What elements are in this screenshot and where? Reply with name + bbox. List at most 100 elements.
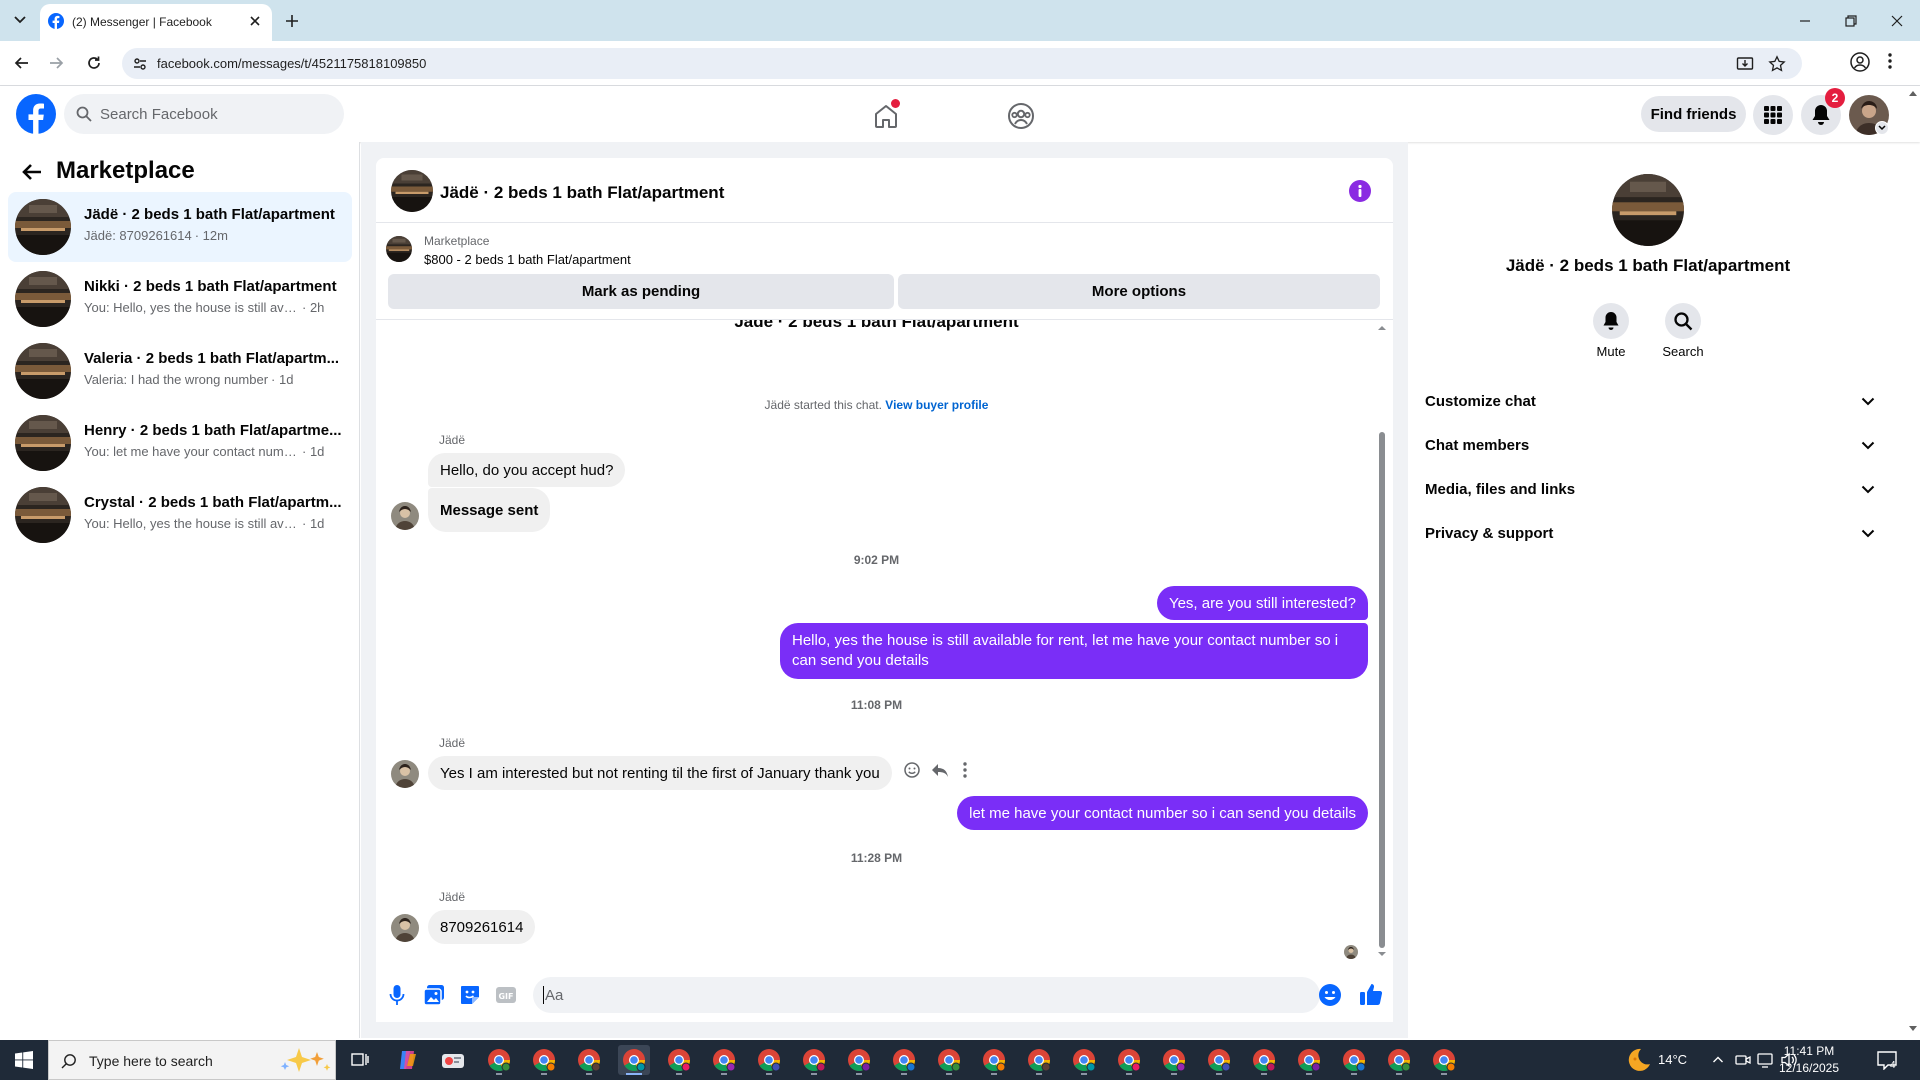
- conversation-item[interactable]: Jädë · 2 beds 1 bath Flat/apartment Jädë:…: [8, 192, 352, 262]
- network-icon[interactable]: [1757, 1052, 1775, 1068]
- chrome-profile-icon[interactable]: [1338, 1045, 1370, 1075]
- task-view-icon[interactable]: [344, 1045, 376, 1075]
- forward-button[interactable]: [44, 51, 68, 75]
- tab-search-button[interactable]: [8, 8, 32, 32]
- privacy-support-section[interactable]: Privacy & support: [1425, 511, 1875, 555]
- chrome-profile-icon[interactable]: [708, 1045, 740, 1075]
- facebook-logo-icon[interactable]: [16, 94, 56, 134]
- conversation-item[interactable]: Crystal · 2 beds 1 bath Flat/apartm... Yo…: [8, 480, 352, 550]
- chrome-profile-icon[interactable]: [1068, 1045, 1100, 1075]
- listing-thumbnail[interactable]: [386, 236, 412, 262]
- page-scroll-up-icon[interactable]: [1908, 90, 1918, 98]
- chrome-profile-icon[interactable]: [933, 1045, 965, 1075]
- chrome-profile-icon[interactable]: [843, 1045, 875, 1075]
- gif-button[interactable]: GIF: [494, 983, 518, 1007]
- incoming-message[interactable]: Message sent: [428, 488, 551, 532]
- chrome-profile-icon[interactable]: [618, 1045, 650, 1075]
- back-button[interactable]: [10, 51, 34, 75]
- chrome-profile-icon[interactable]: [1113, 1045, 1145, 1075]
- react-emoji-icon[interactable]: [903, 761, 921, 779]
- incoming-message[interactable]: Hello, do you accept hud?: [428, 453, 626, 487]
- menu-grid-button[interactable]: [1753, 95, 1793, 135]
- chat-members-section[interactable]: Chat members: [1425, 423, 1875, 467]
- outgoing-message[interactable]: let me have your contact number so i can…: [957, 796, 1368, 830]
- browser-profile-icon[interactable]: [1849, 51, 1871, 73]
- address-bar[interactable]: facebook.com/messages/t/4521175818109850: [122, 48, 1802, 79]
- search-in-conversation-button[interactable]: [1665, 303, 1701, 339]
- bookmark-star-icon[interactable]: [1768, 55, 1786, 73]
- thread-scrollbar-thumb[interactable]: [1379, 432, 1385, 948]
- chat-listing-avatar[interactable]: [391, 170, 433, 212]
- voice-clip-button[interactable]: [385, 983, 409, 1007]
- app-icon[interactable]: [437, 1045, 469, 1075]
- chrome-profile-icon[interactable]: [573, 1045, 605, 1075]
- media-files-links-section[interactable]: Media, files and links: [1425, 467, 1875, 511]
- profile-menu-chevron-icon[interactable]: [1875, 121, 1889, 135]
- facebook-search-input[interactable]: Search Facebook: [64, 94, 344, 134]
- attach-photo-button[interactable]: [422, 983, 446, 1007]
- chrome-profile-icon[interactable]: [1428, 1045, 1460, 1075]
- chrome-profile-icon[interactable]: [1383, 1045, 1415, 1075]
- more-options-button[interactable]: More options: [898, 274, 1380, 309]
- view-buyer-profile-link[interactable]: View buyer profile: [885, 398, 988, 412]
- emoji-picker-button[interactable]: [1318, 983, 1342, 1007]
- mute-button[interactable]: [1593, 303, 1629, 339]
- conversation-item[interactable]: Henry · 2 beds 1 bath Flat/apartme... You…: [8, 408, 352, 478]
- chat-title[interactable]: Jädë · 2 beds 1 bath Flat/apartment: [440, 183, 724, 203]
- taskbar-search-box[interactable]: Type here to search: [48, 1040, 336, 1080]
- chrome-profile-icon[interactable]: [978, 1045, 1010, 1075]
- install-app-icon[interactable]: [1736, 55, 1754, 73]
- chrome-profile-icon[interactable]: [753, 1045, 785, 1075]
- page-scroll-down-icon[interactable]: [1908, 1024, 1918, 1032]
- customize-chat-section[interactable]: Customize chat: [1425, 379, 1875, 423]
- chrome-profile-icon[interactable]: [1248, 1045, 1280, 1075]
- incoming-message[interactable]: 8709261614: [428, 910, 536, 944]
- notification-center-button[interactable]: 4: [1876, 1050, 1898, 1071]
- chrome-profile-icon[interactable]: [1158, 1045, 1190, 1075]
- message-input[interactable]: Aa: [533, 977, 1320, 1013]
- chrome-profile-icon[interactable]: [528, 1045, 560, 1075]
- details-avatar[interactable]: [1612, 174, 1684, 246]
- restore-window-button[interactable]: [1828, 0, 1874, 41]
- meet-now-icon[interactable]: [1735, 1052, 1751, 1068]
- chrome-profile-icon[interactable]: [1023, 1045, 1055, 1075]
- outgoing-message[interactable]: Yes, are you still interested?: [1156, 586, 1368, 620]
- listing-price-title[interactable]: $800 - 2 beds 1 bath Flat/apartment: [424, 252, 631, 267]
- close-window-button[interactable]: [1874, 0, 1920, 41]
- new-tab-button[interactable]: [280, 9, 304, 33]
- site-info-icon[interactable]: [132, 56, 148, 72]
- conversation-item[interactable]: Nikki · 2 beds 1 bath Flat/apartment You:…: [8, 264, 352, 334]
- conversation-preview-row: You: Hello, yes the house is still avail…: [84, 300, 346, 315]
- start-button[interactable]: [0, 1040, 48, 1080]
- sender-avatar[interactable]: [391, 760, 419, 788]
- minimize-window-button[interactable]: [1782, 0, 1828, 41]
- sender-avatar[interactable]: [391, 502, 419, 530]
- chrome-profile-icon[interactable]: [663, 1045, 695, 1075]
- weather-widget[interactable]: 14°C: [1624, 1046, 1687, 1074]
- chrome-profile-icon[interactable]: [888, 1045, 920, 1075]
- conversation-info-button[interactable]: [1349, 180, 1371, 202]
- chrome-profile-icon[interactable]: [798, 1045, 830, 1075]
- groups-nav-button[interactable]: [1003, 98, 1039, 134]
- reply-icon[interactable]: [931, 761, 949, 779]
- sender-avatar[interactable]: [391, 914, 419, 942]
- browser-menu-icon[interactable]: [1887, 51, 1893, 71]
- show-hidden-icons-chevron-icon[interactable]: [1712, 1052, 1724, 1068]
- find-friends-button[interactable]: Find friends: [1641, 96, 1746, 132]
- close-tab-icon[interactable]: [248, 14, 262, 28]
- back-to-marketplace-button[interactable]: [18, 158, 46, 186]
- chrome-profile-icon[interactable]: [1293, 1045, 1325, 1075]
- system-clock[interactable]: 11:41 PM 12/16/2025: [1776, 1043, 1842, 1077]
- more-actions-icon[interactable]: [963, 761, 967, 779]
- chrome-profile-icon[interactable]: [1203, 1045, 1235, 1075]
- send-like-button[interactable]: [1358, 981, 1384, 1007]
- outgoing-message[interactable]: Hello, yes the house is still available …: [780, 623, 1368, 679]
- copilot-icon[interactable]: [392, 1045, 424, 1075]
- chrome-profile-icon[interactable]: [483, 1045, 515, 1075]
- sticker-button[interactable]: [458, 983, 482, 1007]
- browser-tab-active[interactable]: (2) Messenger | Facebook: [40, 4, 272, 41]
- incoming-message[interactable]: Yes I am interested but not renting til …: [428, 756, 892, 790]
- mark-as-pending-button[interactable]: Mark as pending: [388, 274, 894, 309]
- reload-button[interactable]: [82, 51, 106, 75]
- conversation-item[interactable]: Valeria · 2 beds 1 bath Flat/apartm... Va…: [8, 336, 352, 406]
